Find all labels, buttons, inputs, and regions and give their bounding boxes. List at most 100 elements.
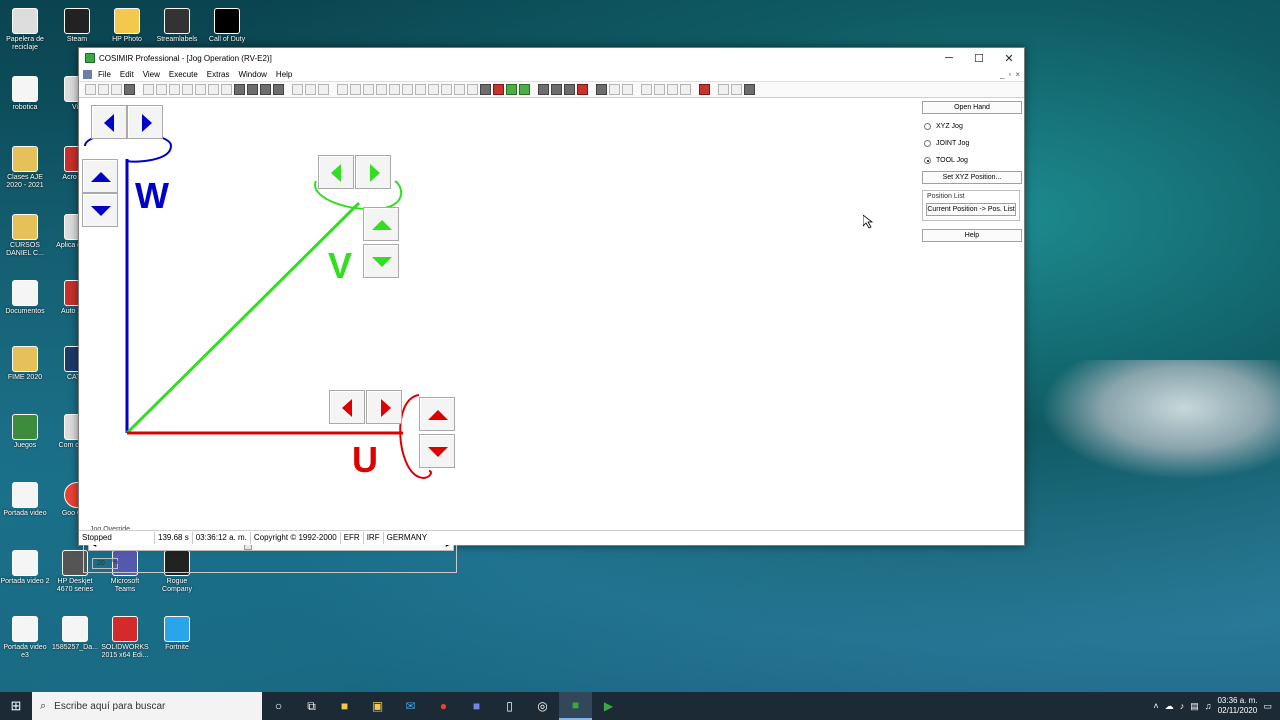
desktop-icon-robotica[interactable]: robotica: [0, 76, 50, 112]
tool-icon[interactable]: [195, 84, 206, 95]
v-rotate-left-button[interactable]: [318, 155, 354, 189]
mode-tool-jog[interactable]: TOOL Jog: [922, 154, 1022, 167]
tool-icon[interactable]: [376, 84, 387, 95]
mdi-close-button[interactable]: ×: [1015, 70, 1020, 79]
tool-icon[interactable]: [667, 84, 678, 95]
tool-icon[interactable]: [208, 84, 219, 95]
taskbar-teams[interactable]: ■: [460, 692, 493, 720]
tool-icon[interactable]: [350, 84, 361, 95]
desktop-icon-portada-video-2[interactable]: Portada video 2: [0, 550, 50, 586]
robot-icon[interactable]: [260, 84, 271, 95]
document-icon[interactable]: [83, 70, 92, 79]
network-icon[interactable]: ▤: [1190, 701, 1199, 712]
taskbar-clock[interactable]: 03:36 a. m. 02/11/2020: [1217, 696, 1257, 716]
tool-icon[interactable]: [480, 84, 491, 95]
tool-icon[interactable]: [538, 84, 549, 95]
title-bar[interactable]: COSIMIR Professional - [Jog Operation (R…: [79, 48, 1024, 68]
robot-icon[interactable]: [234, 84, 245, 95]
open-hand-button[interactable]: Open Hand: [922, 101, 1022, 114]
tool-icon[interactable]: [654, 84, 665, 95]
mdi-minimize-button[interactable]: _: [1000, 70, 1004, 79]
v-plus-button[interactable]: [363, 207, 399, 241]
desktop-icon-recycle-bin[interactable]: Papelera de reciclaje: [0, 8, 50, 52]
copy-icon[interactable]: [156, 84, 167, 95]
v-minus-button[interactable]: [363, 244, 399, 278]
new-file-icon[interactable]: [85, 84, 96, 95]
cut-icon[interactable]: [143, 84, 154, 95]
u-rotate-right-button[interactable]: [366, 390, 402, 424]
robot-icon[interactable]: [247, 84, 258, 95]
u-plus-button[interactable]: [419, 397, 455, 431]
tool-icon[interactable]: [292, 84, 303, 95]
paste-icon[interactable]: [169, 84, 180, 95]
tool-icon[interactable]: [641, 84, 652, 95]
tool-icon[interactable]: [454, 84, 465, 95]
w-minus-button[interactable]: [82, 193, 118, 227]
tool-icon[interactable]: [318, 84, 329, 95]
chevron-up-icon[interactable]: ˄: [1153, 701, 1158, 711]
desktop-icon-juegos[interactable]: Juegos: [0, 414, 50, 450]
desktop-icon-cursos[interactable]: CURSOS DANIEL C...: [0, 214, 50, 258]
tool-icon[interactable]: [622, 84, 633, 95]
u-rotate-left-button[interactable]: [329, 390, 365, 424]
tool-icon[interactable]: [609, 84, 620, 95]
current-position-to-list-button[interactable]: Current Position -> Pos. List: [926, 203, 1016, 216]
robot-icon[interactable]: [273, 84, 284, 95]
desktop-icon-documentos[interactable]: Documentos: [0, 280, 50, 316]
taskbar-document[interactable]: ▯: [493, 692, 526, 720]
menu-file[interactable]: File: [98, 70, 111, 79]
tool-icon[interactable]: [467, 84, 478, 95]
tool-icon[interactable]: [305, 84, 316, 95]
tool-icon[interactable]: [363, 84, 374, 95]
desktop-icon-portada-video[interactable]: Portada video: [0, 482, 50, 518]
taskbar-app[interactable]: ◎: [526, 692, 559, 720]
desktop-icon-portada-video-e3[interactable]: Portada video e3: [0, 616, 50, 660]
window-icon[interactable]: [718, 84, 729, 95]
tool-icon[interactable]: [506, 84, 517, 95]
w-plus-button[interactable]: [82, 159, 118, 193]
help-button[interactable]: Help: [922, 229, 1022, 242]
mode-xyz-jog[interactable]: XYZ Jog: [922, 120, 1022, 133]
grid-icon[interactable]: [699, 84, 710, 95]
desktop-icon-call-of-duty[interactable]: Call of Duty: [202, 8, 252, 44]
desktop-icon-pdf[interactable]: 1585257_Da...: [50, 616, 100, 652]
tool-icon[interactable]: [402, 84, 413, 95]
microphone-icon[interactable]: ♪: [1180, 701, 1185, 711]
mdi-restore-button[interactable]: ▫: [1008, 70, 1011, 79]
taskbar-mail[interactable]: ✉: [394, 692, 427, 720]
tool-icon[interactable]: [389, 84, 400, 95]
desktop-icon-fime[interactable]: FIME 2020: [0, 346, 50, 382]
volume-icon[interactable]: ♫: [1205, 701, 1212, 711]
u-minus-button[interactable]: [419, 434, 455, 468]
help-icon[interactable]: [744, 84, 755, 95]
taskbar-cosimir[interactable]: ■: [559, 692, 592, 720]
menu-edit[interactable]: Edit: [120, 70, 134, 79]
w-rotate-right-button[interactable]: [127, 105, 163, 139]
taskbar-chrome[interactable]: ●: [427, 692, 460, 720]
minimize-button[interactable]: ─: [934, 48, 964, 68]
desktop-icon-solidworks[interactable]: SOLIDWORKS 2015 x64 Edi...: [100, 616, 150, 660]
tool-icon[interactable]: [428, 84, 439, 95]
cloud-icon[interactable]: ☁: [1165, 701, 1174, 712]
menu-execute[interactable]: Execute: [169, 70, 198, 79]
tool-icon[interactable]: [493, 84, 504, 95]
set-xyz-position-button[interactable]: Set XYZ Position...: [922, 171, 1022, 184]
w-rotate-left-button[interactable]: [91, 105, 127, 139]
tool-icon[interactable]: [519, 84, 530, 95]
tool-icon[interactable]: [731, 84, 742, 95]
taskbar-search[interactable]: ⌕ Escribe aquí para buscar: [32, 692, 262, 720]
tool-icon[interactable]: [680, 84, 691, 95]
menu-view[interactable]: View: [143, 70, 160, 79]
taskbar-explorer[interactable]: ■: [328, 692, 361, 720]
start-button[interactable]: ⊞: [0, 692, 32, 720]
tool-icon[interactable]: [221, 84, 232, 95]
tool-icon[interactable]: [577, 84, 588, 95]
task-view-button[interactable]: ⧉: [295, 692, 328, 720]
tool-icon[interactable]: [564, 84, 575, 95]
tool-icon[interactable]: [441, 84, 452, 95]
maximize-button[interactable]: ☐: [964, 48, 994, 68]
hand-icon[interactable]: [596, 84, 607, 95]
open-file-icon[interactable]: [98, 84, 109, 95]
save-icon[interactable]: [111, 84, 122, 95]
v-rotate-right-button[interactable]: [355, 155, 391, 189]
